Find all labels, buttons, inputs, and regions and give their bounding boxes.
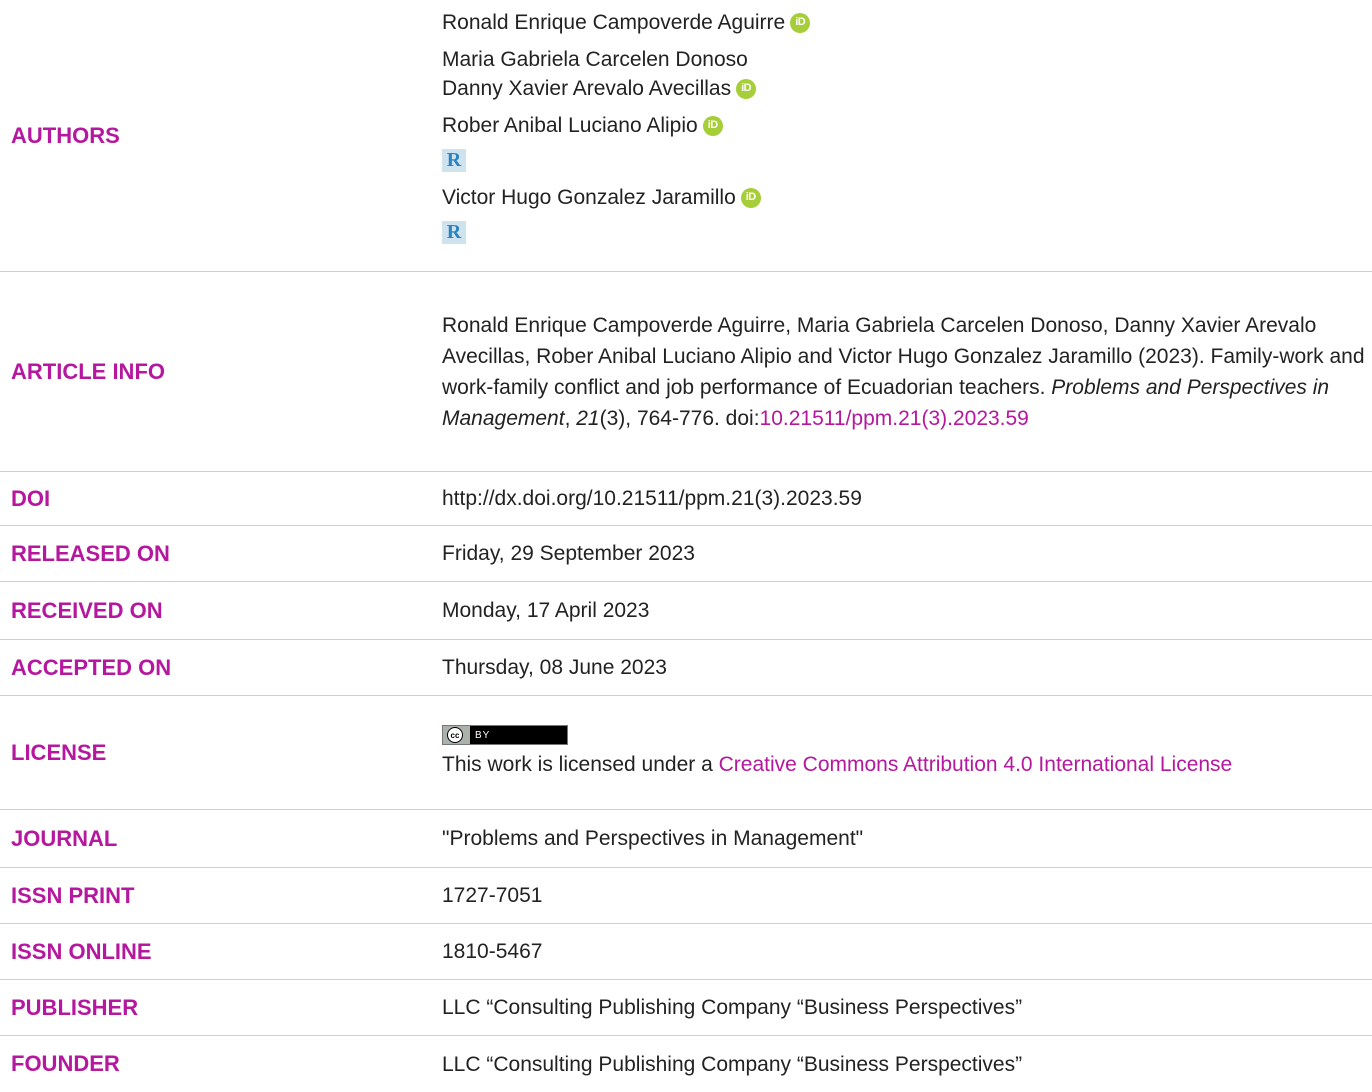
received-on-label: RECEIVED ON — [11, 597, 163, 623]
issn-online-value: 1810-5467 — [442, 940, 543, 963]
publisher-value: LLC “Consulting Publishing Company “Busi… — [442, 996, 1023, 1019]
author-item: Maria Gabriela Carcelen Donoso — [442, 45, 1368, 74]
accepted-on-value: Thursday, 08 June 2023 — [442, 656, 667, 679]
released-on-label: RELEASED ON — [11, 540, 170, 566]
publisher-label: PUBLISHER — [11, 994, 139, 1020]
cc-badge-left: cc — [443, 726, 470, 744]
author-item: R — [442, 146, 1368, 175]
row-article-info: ARTICLE INFO Ronald Enrique Campoverde A… — [0, 272, 1372, 472]
author-item: Ronald Enrique Campoverde Aguirre iD — [442, 8, 1368, 37]
issn-online-label: ISSN ONLINE — [11, 938, 152, 964]
cc-icon: cc — [447, 727, 463, 743]
authors-value: Ronald Enrique Campoverde Aguirre iD Mar… — [442, 0, 1372, 271]
row-doi: DOI http://dx.doi.org/10.21511/ppm.21(3)… — [0, 472, 1372, 526]
row-founder: FOUNDER LLC “Consulting Publishing Compa… — [0, 1036, 1372, 1092]
researchgate-icon[interactable]: R — [442, 221, 466, 244]
founder-value: LLC “Consulting Publishing Company “Busi… — [442, 1052, 1023, 1076]
row-publisher: PUBLISHER LLC “Consulting Publishing Com… — [0, 980, 1372, 1036]
article-info-label: ARTICLE INFO — [11, 358, 165, 384]
citation-issue-pages: (3), 764-776. doi: — [599, 406, 760, 430]
row-license: LICENSE cc BY This work is licensed unde… — [0, 696, 1372, 810]
license-text-prefix: This work is licensed under a — [442, 753, 719, 776]
issn-print-value: 1727-7051 — [442, 884, 543, 907]
article-metadata-table: AUTHORS Ronald Enrique Campoverde Aguirr… — [0, 0, 1372, 1092]
accepted-on-label: ACCEPTED ON — [11, 654, 172, 680]
author-item: Danny Xavier Arevalo Avecillas iD — [442, 74, 1368, 103]
author-item: Victor Hugo Gonzalez Jaramillo iD — [442, 183, 1368, 212]
row-issn-print: ISSN PRINT 1727-7051 — [0, 868, 1372, 924]
author-name[interactable]: Rober Anibal Luciano Alipio — [442, 110, 698, 141]
license-link[interactable]: Creative Commons Attribution 4.0 Interna… — [719, 753, 1233, 776]
founder-label: FOUNDER — [11, 1051, 120, 1076]
orcid-icon[interactable]: iD — [702, 115, 723, 136]
orcid-icon[interactable]: iD — [736, 78, 757, 99]
orcid-icon[interactable]: iD — [740, 187, 761, 208]
doi-value: http://dx.doi.org/10.21511/ppm.21(3).202… — [442, 487, 862, 510]
journal-label: JOURNAL — [11, 825, 118, 851]
citation-text: Ronald Enrique Campoverde Aguirre, Maria… — [442, 310, 1368, 434]
citation-sep: , — [564, 406, 577, 430]
license-text: This work is licensed under a Creative C… — [442, 749, 1368, 780]
cc-by-badge[interactable]: cc BY — [442, 725, 568, 745]
researchgate-icon[interactable]: R — [442, 149, 466, 172]
row-released-on: RELEASED ON Friday, 29 September 2023 — [0, 526, 1372, 582]
released-on-value: Friday, 29 September 2023 — [442, 542, 695, 565]
article-info-value: Ronald Enrique Campoverde Aguirre, Maria… — [442, 272, 1372, 471]
journal-value: "Problems and Perspectives in Management… — [442, 827, 864, 850]
license-value: cc BY This work is licensed under a Crea… — [442, 696, 1372, 809]
citation-volume: 21 — [576, 406, 600, 430]
author-name[interactable]: Maria Gabriela Carcelen Donoso — [442, 44, 748, 75]
row-issn-online: ISSN ONLINE 1810-5467 — [0, 924, 1372, 980]
author-item: R — [442, 218, 1368, 247]
author-item: Rober Anibal Luciano Alipio iD — [442, 111, 1368, 140]
citation-doi-link[interactable]: 10.21511/ppm.21(3).2023.59 — [760, 407, 1029, 430]
issn-print-label: ISSN PRINT — [11, 882, 135, 908]
row-authors: AUTHORS Ronald Enrique Campoverde Aguirr… — [0, 0, 1372, 272]
license-label: LICENSE — [11, 739, 107, 765]
row-accepted-on: ACCEPTED ON Thursday, 08 June 2023 — [0, 640, 1372, 696]
author-name[interactable]: Ronald Enrique Campoverde Aguirre — [442, 7, 785, 38]
orcid-icon[interactable]: iD — [790, 12, 811, 33]
authors-label: AUTHORS — [11, 122, 120, 148]
cc-by-text: BY — [475, 729, 491, 741]
doi-label: DOI — [11, 485, 51, 511]
author-name[interactable]: Danny Xavier Arevalo Avecillas — [442, 73, 731, 104]
row-received-on: RECEIVED ON Monday, 17 April 2023 — [0, 582, 1372, 640]
author-name[interactable]: Victor Hugo Gonzalez Jaramillo — [442, 182, 736, 213]
row-journal: JOURNAL "Problems and Perspectives in Ma… — [0, 810, 1372, 868]
received-on-value: Monday, 17 April 2023 — [442, 599, 650, 622]
